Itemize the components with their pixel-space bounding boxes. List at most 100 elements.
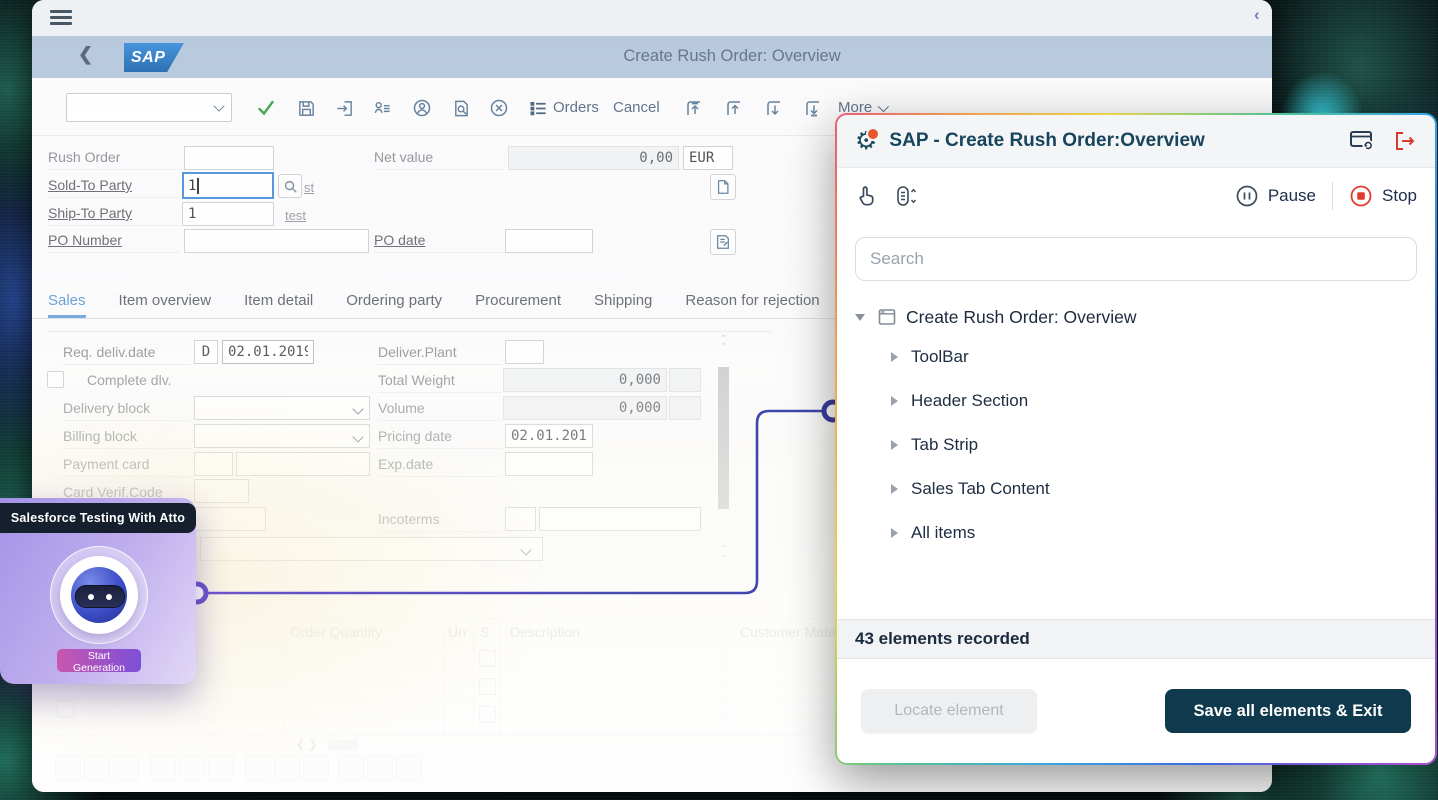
hamburger-menu-icon[interactable]	[50, 10, 72, 26]
locate-element-button[interactable]: Locate element	[861, 689, 1037, 733]
stop-button[interactable]: Stop	[1349, 184, 1417, 208]
req-deliv-date-input[interactable]	[222, 340, 314, 364]
caret-right-icon[interactable]	[891, 484, 898, 494]
tree-item-header-section[interactable]: Header Section	[855, 379, 1417, 423]
incoterms-code-input[interactable]	[505, 507, 536, 531]
tree-item-tab-strip[interactable]: Tab Strip	[855, 423, 1417, 467]
sold-to-party-label[interactable]: Sold-To Party	[48, 177, 180, 198]
row-checkbox[interactable]	[479, 650, 496, 667]
search-input[interactable]	[855, 237, 1417, 281]
exit-recorder-icon[interactable]	[1392, 129, 1417, 153]
po-date-input[interactable]	[505, 229, 593, 253]
person-icon[interactable]	[410, 96, 434, 120]
delivery-block-dropdown[interactable]	[194, 396, 370, 420]
po-number-input[interactable]	[184, 229, 369, 253]
tab-ordering-party[interactable]: Ordering party	[346, 288, 442, 318]
faded-toolbar-icon[interactable]	[396, 755, 422, 781]
faded-toolbar-icon[interactable]	[84, 755, 110, 781]
last-page-icon[interactable]	[801, 96, 825, 120]
save-icon[interactable]	[294, 96, 318, 120]
exp-date-input[interactable]	[505, 452, 593, 476]
tree-item-all-items[interactable]: All items	[855, 511, 1417, 555]
orders-list-icon[interactable]	[526, 96, 550, 120]
tab-item-detail[interactable]: Item detail	[244, 288, 313, 318]
currency-field[interactable]	[683, 146, 733, 170]
page-down-icon[interactable]	[762, 96, 786, 120]
faded-toolbar-icon[interactable]	[245, 755, 271, 781]
card-verif-code-input[interactable]	[194, 479, 249, 503]
caret-right-icon[interactable]	[891, 396, 898, 406]
req-deliv-type-input[interactable]	[194, 340, 218, 364]
row-select-checkbox[interactable]	[57, 700, 74, 717]
cancel-circle-icon[interactable]	[487, 96, 511, 120]
faded-toolbar-icon[interactable]	[367, 755, 393, 781]
value-help-search-icon[interactable]	[278, 174, 302, 198]
scroll-capture-icon[interactable]	[894, 184, 918, 208]
tree-item-sales-tab-content[interactable]: Sales Tab Content	[855, 467, 1417, 511]
copy-document-icon[interactable]	[710, 174, 736, 200]
row-checkbox[interactable]	[479, 706, 496, 723]
payment-card-label: Payment card	[63, 456, 191, 477]
tab-shipping[interactable]: Shipping	[594, 288, 652, 318]
faded-toolbar-icon[interactable]	[208, 755, 234, 781]
enter-check-icon[interactable]	[254, 96, 278, 120]
restore-window-icon[interactable]	[1349, 129, 1376, 153]
payment-card-number-input[interactable]	[236, 452, 370, 476]
faded-toolbar-icon[interactable]	[179, 755, 205, 781]
payment-card-extra-input[interactable]	[194, 507, 266, 531]
faded-toolbar-icon[interactable]	[303, 755, 329, 781]
deliver-plant-input[interactable]	[505, 340, 544, 364]
caret-right-icon[interactable]	[891, 352, 898, 362]
faded-toolbar-icon[interactable]	[274, 755, 300, 781]
first-page-icon[interactable]	[682, 96, 706, 120]
tab-procurement[interactable]: Procurement	[475, 288, 561, 318]
tree-item-toolbar[interactable]: ToolBar	[855, 335, 1417, 379]
exit-icon[interactable]	[332, 96, 356, 120]
caret-right-icon[interactable]	[891, 440, 898, 450]
complete-dlv-checkbox[interactable]	[47, 371, 64, 388]
po-number-label[interactable]: PO Number	[48, 232, 180, 253]
hscroll-left-arrow[interactable]: ❮ ❯	[296, 738, 318, 751]
caret-down-icon[interactable]	[855, 314, 865, 321]
tree-root-create-rush-order[interactable]: Create Rush Order: Overview	[855, 299, 1417, 335]
ship-to-party-input[interactable]	[182, 202, 274, 226]
cancel-button[interactable]: Cancel	[613, 99, 660, 116]
req-deliv-date-label: Req. deliv.date	[63, 344, 191, 365]
back-chevron-icon[interactable]: ❮	[78, 44, 93, 65]
tab-item-overview[interactable]: Item overview	[119, 288, 212, 318]
document-search-icon[interactable]	[449, 96, 473, 120]
start-generation-button[interactable]: Start Generation	[57, 649, 141, 672]
payment-card-type-input[interactable]	[194, 452, 233, 476]
command-combobox[interactable]	[66, 93, 232, 122]
faded-toolbar-icon[interactable]	[338, 755, 364, 781]
rush-order-input[interactable]	[184, 146, 274, 170]
orders-button[interactable]: Orders	[553, 99, 599, 116]
save-all-elements-button[interactable]: Save all elements & Exit	[1165, 689, 1411, 733]
hand-click-icon[interactable]	[855, 184, 878, 208]
faded-toolbar-icon[interactable]	[55, 755, 81, 781]
pricing-date-input[interactable]	[505, 424, 593, 448]
bottom-dropdown[interactable]	[200, 537, 543, 561]
sold-to-party-input[interactable]: 1	[182, 172, 274, 199]
tab-reason-for-rejection[interactable]: Reason for rejection	[685, 288, 819, 318]
faded-toolbar-icon[interactable]	[113, 755, 139, 781]
ship-to-party-label[interactable]: Ship-To Party	[48, 205, 180, 226]
caret-right-icon[interactable]	[891, 528, 898, 538]
scrollbar-thumb[interactable]	[718, 367, 729, 509]
partner-list-icon[interactable]	[370, 96, 394, 120]
page-up-icon[interactable]	[722, 96, 746, 120]
weight-unit-field	[669, 368, 701, 392]
complete-dlv-label: Complete dlv.	[87, 372, 197, 392]
billing-block-dropdown[interactable]	[194, 424, 370, 448]
sales-vertical-scrollbar[interactable]: ˆˇ ˆ ˇ	[716, 335, 731, 565]
faded-toolbar-icon[interactable]	[150, 755, 176, 781]
my-documents-icon[interactable]	[710, 229, 736, 255]
incoterms-location-input[interactable]	[539, 507, 701, 531]
collapse-chevron-icon[interactable]: ‹	[1254, 5, 1260, 25]
row-checkbox[interactable]	[479, 678, 496, 695]
robot-eye	[106, 594, 112, 600]
hscroll-thumb[interactable]	[328, 740, 358, 750]
tab-sales[interactable]: Sales	[48, 288, 86, 318]
pause-button[interactable]: Pause	[1235, 184, 1316, 208]
po-date-label[interactable]: PO date	[374, 232, 504, 253]
